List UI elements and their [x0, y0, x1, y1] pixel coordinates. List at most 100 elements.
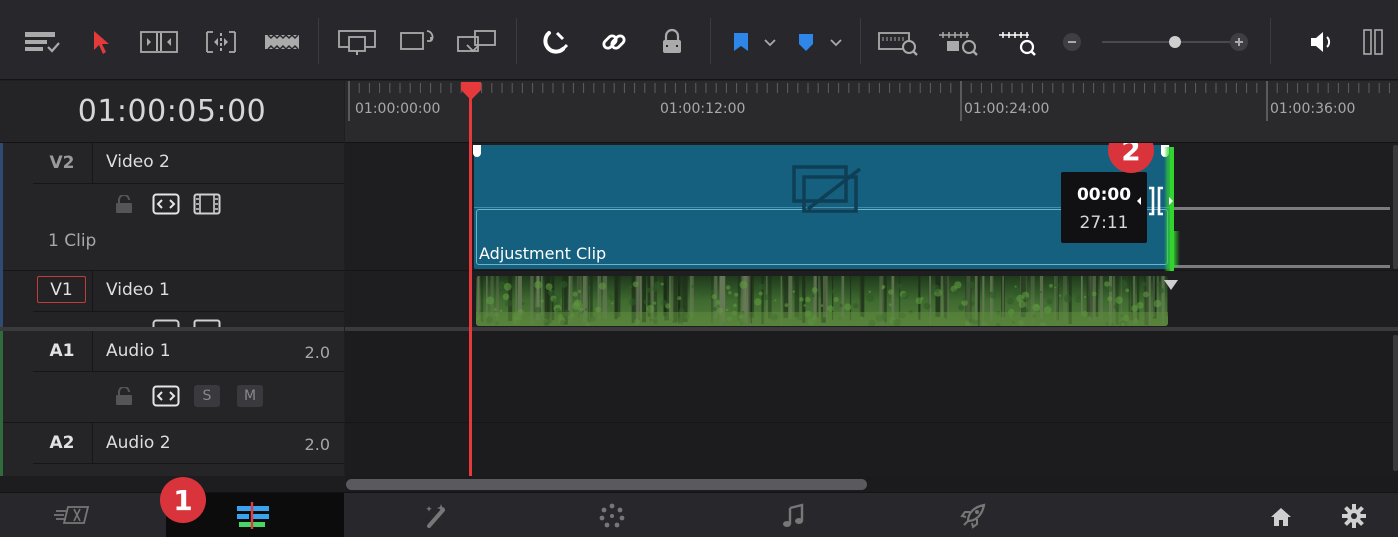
flag-icon[interactable] [726, 22, 782, 62]
custom-zoom-icon[interactable] [994, 22, 1042, 62]
track-name[interactable]: Video 1 [106, 280, 170, 300]
track-name[interactable]: Video 2 [106, 152, 170, 172]
channel-format: 2.0 [304, 343, 330, 362]
lock-icon[interactable] [114, 386, 134, 409]
trim-cursor-icon [1135, 185, 1175, 221]
cut-page-icon[interactable] [52, 503, 94, 531]
overwrite-clip-icon[interactable] [396, 22, 438, 62]
position-lock-icon[interactable] [652, 22, 692, 62]
track-id[interactable]: A1 [33, 331, 91, 371]
replace-clip-icon[interactable] [454, 22, 500, 62]
track-header-v1[interactable]: V1 Video 1 [0, 271, 344, 329]
auto-track-select-icon[interactable] [152, 193, 180, 219]
trim-edge-glow [1174, 231, 1180, 267]
playhead-line[interactable] [469, 92, 472, 476]
ruler-label: 01:00:00:00 [355, 101, 441, 117]
toolbar-separator [318, 18, 319, 64]
track-edge-line [1170, 207, 1390, 210]
zoom-slider-handle[interactable] [1169, 36, 1181, 48]
current-timecode: 01:00:05:00 [77, 94, 267, 129]
forest-thumbnail [476, 276, 1168, 326]
ruler-label: 01:00:24:00 [964, 101, 1050, 117]
track-color-bar [0, 331, 3, 423]
toolbar-separator [860, 18, 861, 64]
divider [92, 331, 93, 371]
clip-label: Adjustment Clip [479, 244, 607, 263]
vertical-scrollbar-audio[interactable] [1393, 335, 1398, 471]
detail-zoom-icon[interactable] [934, 22, 982, 62]
volume-icon[interactable] [1304, 22, 1340, 62]
divider [92, 271, 93, 311]
edit-page-icon[interactable] [235, 500, 273, 534]
divider [33, 183, 344, 184]
lock-icon[interactable] [114, 194, 134, 217]
dynamic-trim-icon[interactable] [198, 22, 244, 62]
divider [92, 143, 93, 183]
track-name[interactable]: Audio 2 [106, 433, 171, 453]
vertical-scrollbar-video[interactable] [1393, 145, 1398, 269]
horizontal-scroll-thumb[interactable] [346, 479, 867, 490]
horizontal-scrollbar[interactable] [345, 476, 1398, 492]
toolbar-separator [516, 18, 517, 64]
playhead-handle[interactable] [459, 80, 483, 106]
color-page-icon[interactable] [598, 502, 626, 534]
lane-a2[interactable] [345, 423, 1398, 476]
toolbar-separator [710, 18, 711, 64]
channel-format: 2.0 [304, 435, 330, 454]
timeline-tracks[interactable]: Adjustment Clip 00:00 27:11 2 [345, 143, 1398, 476]
track-color-bar [0, 423, 3, 476]
track-color-bar [0, 143, 3, 271]
timecode-display[interactable]: 01:00:05:00 [0, 81, 344, 143]
track-name[interactable]: Audio 1 [106, 341, 171, 361]
track-edge-line [1170, 265, 1390, 268]
adjustment-clip-icon [790, 163, 866, 223]
clip-count: 1 Clip [48, 231, 97, 251]
track-id[interactable]: A2 [33, 423, 91, 463]
divider [33, 371, 344, 372]
divider [92, 423, 93, 463]
home-icon[interactable] [1268, 505, 1294, 533]
page-navigation-bar: 1 [0, 477, 1398, 537]
snapping-magnet-icon[interactable] [536, 22, 576, 62]
track-id-source-patched[interactable]: V1 [37, 276, 86, 303]
lane-a1[interactable] [345, 331, 1398, 423]
track-header-a1[interactable]: A1 Audio 1 2.0 S M [0, 331, 344, 423]
timeline-options-icon[interactable] [20, 22, 64, 62]
deliver-page-icon[interactable] [958, 501, 988, 535]
ruler-label: 01:00:12:00 [660, 101, 746, 117]
zoom-in-icon[interactable] [1227, 22, 1251, 62]
track-headers: V2 Video 2 1 Clip V1 Video 1 A1 Audio 1 … [0, 143, 344, 476]
fairlight-page-icon[interactable] [780, 502, 808, 534]
ruler-label: 01:00:36:00 [1270, 101, 1356, 117]
trim-marker-triangle [1163, 276, 1179, 295]
divider [33, 311, 344, 312]
solo-button[interactable]: S [194, 385, 220, 407]
timeline-toolbar [0, 0, 1398, 80]
disable-video-track-icon[interactable] [193, 193, 221, 219]
track-header-a2[interactable]: A2 Audio 2 2.0 [0, 423, 344, 476]
full-extent-zoom-icon[interactable] [874, 22, 922, 62]
insert-clip-icon[interactable] [334, 22, 380, 62]
marker-icon[interactable] [792, 22, 848, 62]
blade-icon[interactable] [260, 22, 304, 62]
track-header-v2[interactable]: V2 Video 2 1 Clip [0, 143, 344, 271]
settings-gear-icon[interactable] [1341, 503, 1367, 533]
video-clip-forest[interactable] [476, 276, 1168, 326]
editor-window: 01:00:05:00 01:00:00:00 01:00:12:00 01:0… [0, 0, 1398, 537]
divider [33, 463, 344, 464]
zoom-out-icon[interactable] [1060, 22, 1084, 62]
track-color-bar [0, 271, 3, 329]
mute-button[interactable]: M [237, 385, 263, 407]
track-id[interactable]: V2 [33, 143, 91, 183]
trim-edit-icon[interactable] [136, 22, 182, 62]
linked-selection-icon[interactable] [594, 22, 634, 62]
toolbar-separator [1270, 18, 1271, 64]
zoom-slider-track[interactable] [1102, 41, 1230, 43]
selection-pointer-icon[interactable] [84, 22, 116, 62]
ruler-ticks [348, 81, 1390, 121]
timeline-ruler[interactable]: 01:00:00:00 01:00:12:00 01:00:24:00 01:0… [345, 81, 1398, 143]
clip-in-handle[interactable] [473, 145, 481, 157]
fusion-page-icon[interactable] [421, 502, 451, 534]
audio-meter-icon[interactable] [1358, 22, 1388, 62]
auto-track-select-icon[interactable] [152, 385, 180, 411]
